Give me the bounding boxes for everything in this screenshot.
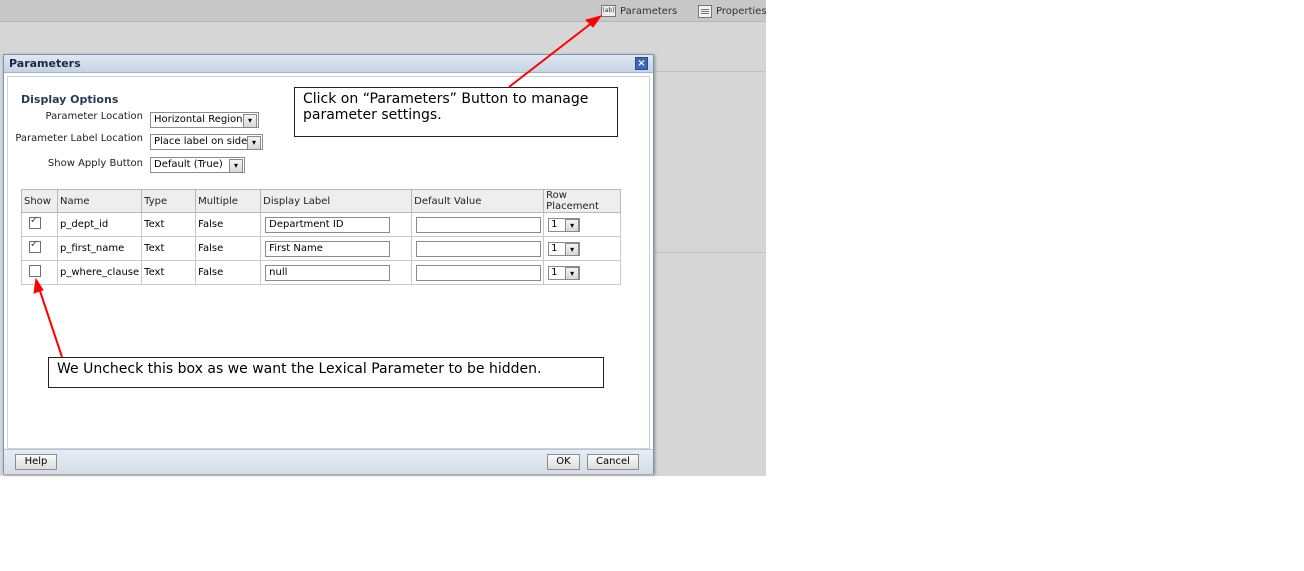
- column-header-row-placement: Row Placement: [543, 189, 622, 213]
- parameters-toolbar-button[interactable]: (ab) Parameters: [601, 3, 677, 19]
- dialog-title-bar: Parameters ×: [4, 55, 653, 73]
- multiple-cell: False: [195, 212, 262, 237]
- default-value-input[interactable]: [416, 216, 542, 233]
- parameters-table: Show Name Type Multiple Display Label De…: [21, 189, 622, 285]
- dialog-title: Parameters: [9, 57, 81, 70]
- chevron-down-icon[interactable]: ▾: [247, 136, 261, 150]
- callout-parameters-button: Click on “Parameters” Button to manage p…: [294, 87, 618, 137]
- properties-icon: [698, 4, 712, 18]
- show-cell: [21, 260, 58, 285]
- multiple-cell: False: [195, 236, 262, 261]
- table-row: p_dept_id Text False Department ID 1▾: [21, 212, 622, 237]
- chevron-down-icon[interactable]: ▾: [565, 218, 580, 232]
- column-header-display-label: Display Label: [260, 189, 413, 213]
- close-icon[interactable]: ×: [635, 57, 648, 70]
- display-options-heading: Display Options: [21, 93, 119, 106]
- top-toolbar: (ab) Parameters Properties: [0, 0, 767, 22]
- multiple-cell: False: [195, 260, 262, 285]
- type-cell: Text: [141, 260, 197, 285]
- display-label-cell: null: [260, 260, 413, 285]
- show-apply-button-label: Show Apply Button: [47, 158, 143, 169]
- parameters-toolbar-label: Parameters: [620, 5, 678, 17]
- display-label-input[interactable]: Department ID: [265, 216, 391, 233]
- column-header-show: Show: [21, 189, 58, 213]
- callout-uncheck-box: We Uncheck this box as we want the Lexic…: [48, 357, 604, 388]
- parameters-icon: (ab): [601, 5, 616, 17]
- row-placement-value: 1: [551, 266, 558, 278]
- show-cell: [21, 212, 58, 237]
- right-panel: [655, 71, 766, 253]
- dialog-footer: Help OK Cancel: [4, 449, 653, 474]
- row-placement-value: 1: [551, 218, 558, 230]
- chevron-down-icon[interactable]: ▾: [243, 114, 257, 128]
- display-label-input[interactable]: null: [265, 264, 391, 281]
- parameter-label-location-label: Parameter Label Location: [15, 133, 143, 144]
- chevron-down-icon[interactable]: ▾: [565, 242, 580, 256]
- row-placement-cell: 1 ▾: [543, 212, 622, 237]
- chevron-down-icon[interactable]: ▾: [229, 159, 243, 173]
- properties-toolbar-button[interactable]: Properties: [698, 3, 767, 19]
- default-value-cell: [411, 212, 545, 237]
- type-cell: Text: [141, 212, 197, 237]
- chevron-down-icon[interactable]: ▾: [565, 266, 580, 280]
- show-apply-button-value: Default (True): [154, 159, 223, 170]
- table-row: p_first_name Text False First Name 1▾: [21, 236, 622, 261]
- parameter-label-location-select[interactable]: Place label on side ▾: [150, 134, 263, 150]
- name-cell: p_first_name: [56, 236, 143, 261]
- row-placement-select[interactable]: 1 ▾: [548, 241, 581, 256]
- column-header-multiple: Multiple: [195, 189, 262, 213]
- cancel-button[interactable]: Cancel: [587, 454, 639, 470]
- table-header-row: Show Name Type Multiple Display Label De…: [21, 189, 622, 213]
- name-cell: p_dept_id: [56, 212, 143, 237]
- parameter-location-select[interactable]: Horizontal Region ▾: [150, 112, 259, 128]
- default-value-cell: [411, 236, 545, 261]
- parameter-location-label: Parameter Location: [45, 111, 144, 122]
- display-label-cell: Department ID: [260, 212, 413, 237]
- display-label-input[interactable]: First Name: [265, 240, 391, 257]
- row-placement-select[interactable]: 1 ▾: [548, 217, 581, 232]
- row-placement-cell: 1 ▾: [543, 236, 622, 261]
- display-label-cell: First Name: [260, 236, 413, 261]
- default-value-cell: [411, 260, 545, 285]
- type-cell: Text: [141, 236, 197, 261]
- column-header-default-value: Default Value: [411, 189, 545, 213]
- parameter-location-value: Horizontal Region: [154, 114, 243, 125]
- name-cell: p_where_clause: [56, 260, 143, 285]
- default-value-input[interactable]: [416, 264, 542, 281]
- show-apply-button-select[interactable]: Default (True) ▾: [150, 157, 245, 173]
- ok-button[interactable]: OK: [547, 454, 580, 470]
- parameter-label-location-value: Place label on side: [154, 136, 248, 147]
- show-checkbox[interactable]: [29, 215, 41, 229]
- row-placement-value: 1: [551, 242, 558, 254]
- properties-toolbar-label: Properties: [716, 5, 767, 17]
- column-header-type: Type: [141, 189, 197, 213]
- row-placement-cell: 1 ▾: [543, 260, 622, 285]
- table-row: p_where_clause Text False null 1 ▾: [21, 260, 622, 285]
- column-header-name: Name: [56, 189, 143, 213]
- show-checkbox[interactable]: [29, 265, 41, 277]
- show-cell: [21, 236, 58, 261]
- default-value-input[interactable]: [416, 240, 542, 257]
- row-placement-select[interactable]: 1 ▾: [548, 265, 581, 280]
- help-button[interactable]: Help: [15, 454, 57, 470]
- show-checkbox[interactable]: [29, 239, 41, 253]
